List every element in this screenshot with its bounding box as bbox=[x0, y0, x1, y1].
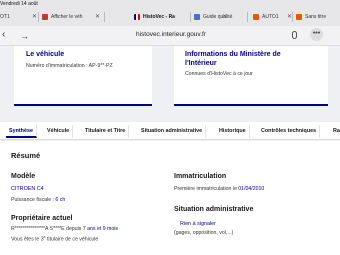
owner-name-masked: R***************A S****E bbox=[11, 226, 65, 232]
registration-heading: Immatriculation bbox=[174, 173, 227, 180]
browser-tab-2[interactable]: Afficher le véh bbox=[42, 11, 92, 23]
tab-divider bbox=[190, 12, 191, 22]
owner-rank-text: Vous êtes le 3 bbox=[11, 236, 44, 243]
owner-rank-suffix: titulaire de ce véhicule bbox=[45, 236, 99, 243]
url-text: histovec.interieur.gouv.fr bbox=[136, 31, 206, 38]
url-field[interactable]: histovec.interieur.gouv.fr bbox=[112, 28, 230, 41]
tab-controles-techniques[interactable]: Contrôles techniques bbox=[258, 125, 321, 138]
tab-synthese[interactable]: Synthèse bbox=[6, 125, 37, 138]
card-accent-bar bbox=[174, 104, 328, 106]
close-icon[interactable]: ✕ bbox=[32, 13, 37, 21]
ministry-card-title-line1: Informations du Ministère de bbox=[185, 51, 281, 58]
back-arrow-icon[interactable]: ‹ bbox=[2, 29, 5, 41]
forward-arrow-icon[interactable]: → bbox=[20, 30, 29, 42]
owner-since-label: depuis bbox=[64, 226, 83, 232]
favicon-icon bbox=[42, 14, 48, 20]
browser-tab-1[interactable]: OT1 bbox=[0, 11, 30, 23]
model-heading: Modèle bbox=[11, 173, 36, 180]
report-tabs: Synthèse Véhicule Titulaire et Titre Sit… bbox=[0, 122, 340, 140]
owner-heading: Propriétaire actuel bbox=[11, 215, 73, 222]
first-registration-date: 01/04/2010 bbox=[238, 186, 265, 192]
admin-status-heading: Situation administrative bbox=[174, 206, 254, 213]
vehicle-card[interactable]: Le véhicule Numéro d'immatriculation : A… bbox=[14, 46, 152, 106]
tab-historique[interactable]: Historique bbox=[216, 125, 250, 138]
first-registration-label: Première immatriculation le bbox=[174, 186, 239, 192]
registration-number: Numéro d'immatriculation : AP-9**-PZ bbox=[26, 63, 113, 69]
tab-2-label: Afficher le véh bbox=[51, 14, 83, 20]
tab-situation-administrative[interactable]: Situation administrative bbox=[138, 125, 207, 138]
model-value: CITROEN C4 bbox=[11, 186, 44, 192]
summary-heading: Résumé bbox=[11, 151, 41, 160]
tab-1-label: OT1 bbox=[0, 14, 10, 20]
admin-status-note: (gages, opposition, vol,...) bbox=[174, 230, 234, 236]
close-icon[interactable]: ✕ bbox=[95, 13, 100, 21]
vehicle-card-title: Le véhicule bbox=[26, 51, 65, 58]
ministry-card[interactable]: Informations du Ministère de l'Intérieur… bbox=[174, 46, 328, 106]
more-options-button[interactable]: ••• bbox=[310, 28, 323, 41]
tab-titulaire-et-titre[interactable]: Titulaire et Titre bbox=[82, 125, 130, 138]
tab-divider bbox=[38, 12, 39, 22]
ministry-card-title-line2: l'Intérieur bbox=[185, 60, 217, 67]
first-registration: Première immatriculation le 01/04/2010 bbox=[174, 186, 264, 192]
card-accent-bar bbox=[14, 104, 152, 106]
tab-4-label: Guide qualité bbox=[203, 14, 233, 20]
close-icon[interactable]: ✕ bbox=[222, 13, 227, 21]
fiscal-power: Puissance fiscale : 6 ch bbox=[11, 197, 65, 203]
owner-since-value: 7 ans et 9 mois bbox=[82, 226, 118, 232]
status-time: Vendredi 14 août bbox=[0, 1, 38, 7]
favicon-icon bbox=[194, 14, 200, 20]
owner-rank: Vous êtes le 3e titulaire de ce véhicule bbox=[11, 235, 98, 243]
browser-tab-strip: Vendredi 14 août OT1 ✕ Afficher le véh ✕… bbox=[0, 0, 340, 26]
browser-tab-3-active[interactable]: HistoVec - Ra bbox=[134, 11, 188, 23]
owner-line: R***************A S****E depuis 7 ans et… bbox=[11, 226, 118, 232]
tab-3-label: HistoVec - Ra bbox=[143, 14, 175, 20]
tab-divider bbox=[292, 12, 293, 22]
tab-vehicule[interactable]: Véhicule bbox=[44, 125, 74, 138]
browser-tab-6[interactable]: Sans titre bbox=[296, 11, 340, 23]
admin-status-value: Rien à signaler bbox=[180, 221, 216, 227]
summary-panel: Résumé Modèle CITROEN C4 Puissance fisca… bbox=[0, 141, 340, 255]
tab-divider bbox=[104, 12, 105, 22]
microphone-icon[interactable] bbox=[292, 31, 297, 39]
tab-5-label: AUTO1 bbox=[262, 14, 279, 20]
tab-6-label: Sans titre bbox=[305, 14, 327, 20]
browser-tab-5[interactable]: AUTO1 bbox=[253, 11, 285, 23]
tab-rapport[interactable]: Rap bbox=[330, 125, 340, 138]
tab-divider bbox=[247, 12, 248, 22]
fiscal-power-value: 6 ch bbox=[55, 197, 66, 203]
ministry-card-text: Connues d'HistoVec à ce jour bbox=[185, 71, 253, 77]
favicon-icon bbox=[296, 14, 302, 20]
fiscal-power-label: Puissance fiscale : bbox=[11, 197, 56, 203]
favicon-icon bbox=[253, 14, 259, 20]
browser-tab-4[interactable]: Guide qualité bbox=[194, 11, 239, 23]
address-bar-row: ‹ → histovec.interieur.gouv.fr bbox=[0, 26, 340, 46]
favicon-icon bbox=[134, 14, 140, 20]
